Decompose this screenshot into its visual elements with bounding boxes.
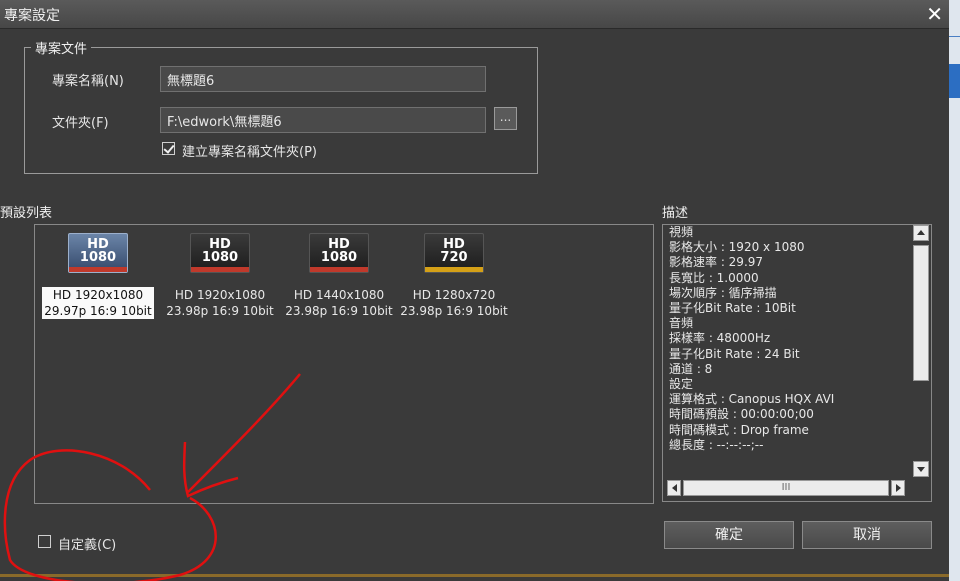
bottom-border: [0, 574, 949, 577]
scroll-right-icon[interactable]: [891, 480, 905, 496]
create-folder-label: 建立專案名稱文件夾(P): [182, 145, 317, 160]
create-folder-checkbox[interactable]: [162, 142, 175, 155]
preset-item-label: HD 1280x720 23.98p 16:9 10bit: [400, 288, 508, 318]
preset-item-label: HD 1920x1080 29.97p 16:9 10bit: [42, 287, 154, 319]
preset-list[interactable]: HD 1080 HD 1920x1080 29.97p 16:9 10bit H…: [34, 224, 654, 504]
cancel-button[interactable]: 取消: [802, 521, 932, 549]
scroll-thumb[interactable]: [913, 245, 929, 381]
hd-1080-icon: HD 1080: [68, 233, 128, 273]
description-horizontal-scrollbar[interactable]: III: [667, 480, 911, 496]
scroll-up-icon[interactable]: [913, 225, 929, 241]
browse-button[interactable]: ...: [494, 107, 517, 130]
close-icon[interactable]: ✕: [926, 2, 943, 26]
hd-720-icon: HD 720: [424, 233, 484, 273]
custom-checkbox[interactable]: [38, 535, 51, 548]
folder-label: 文件夾(F): [52, 116, 109, 131]
window-title: 專案設定: [4, 8, 60, 24]
description-vertical-scrollbar[interactable]: [912, 225, 930, 479]
ok-button[interactable]: 確定: [664, 521, 794, 549]
hd-1080-icon: HD 1080: [190, 233, 250, 273]
preset-item-3[interactable]: HD 1080 HD 1440x1080 23.98p 16:9 10bit: [278, 233, 400, 319]
scroll-left-icon[interactable]: [667, 480, 681, 496]
background-window-line: [949, 36, 960, 37]
description-text: 視頻 影格大小 : 1920 x 1080 影格速率 : 29.97 長寬比 :…: [669, 225, 835, 452]
description-label: 描述: [662, 206, 689, 221]
project-name-input[interactable]: [160, 66, 486, 92]
project-file-group-label: 專案文件: [35, 42, 88, 57]
preset-item-label: HD 1920x1080 23.98p 16:9 10bit: [166, 288, 274, 318]
scroll-down-icon[interactable]: [913, 461, 929, 477]
project-name-label: 專案名稱(N): [52, 74, 124, 89]
background-window-accent: [949, 64, 960, 98]
preset-item-1[interactable]: HD 1080 HD 1920x1080 29.97p 16:9 10bit: [37, 233, 159, 319]
preset-list-label: 預設列表: [0, 206, 53, 221]
hd-1080-icon: HD 1080: [309, 233, 369, 273]
custom-label: 自定義(C): [58, 538, 117, 553]
preset-item-4[interactable]: HD 720 HD 1280x720 23.98p 16:9 10bit: [393, 233, 515, 319]
preset-item-2[interactable]: HD 1080 HD 1920x1080 23.98p 16:9 10bit: [159, 233, 281, 319]
title-bar: 專案設定 ✕: [0, 0, 949, 29]
horizontal-scroll-thumb[interactable]: III: [683, 480, 889, 496]
description-panel: 視頻 影格大小 : 1920 x 1080 影格速率 : 29.97 長寬比 :…: [662, 224, 932, 502]
folder-input[interactable]: [160, 107, 486, 133]
preset-item-label: HD 1440x1080 23.98p 16:9 10bit: [285, 288, 393, 318]
background-window-edge: [949, 0, 960, 581]
